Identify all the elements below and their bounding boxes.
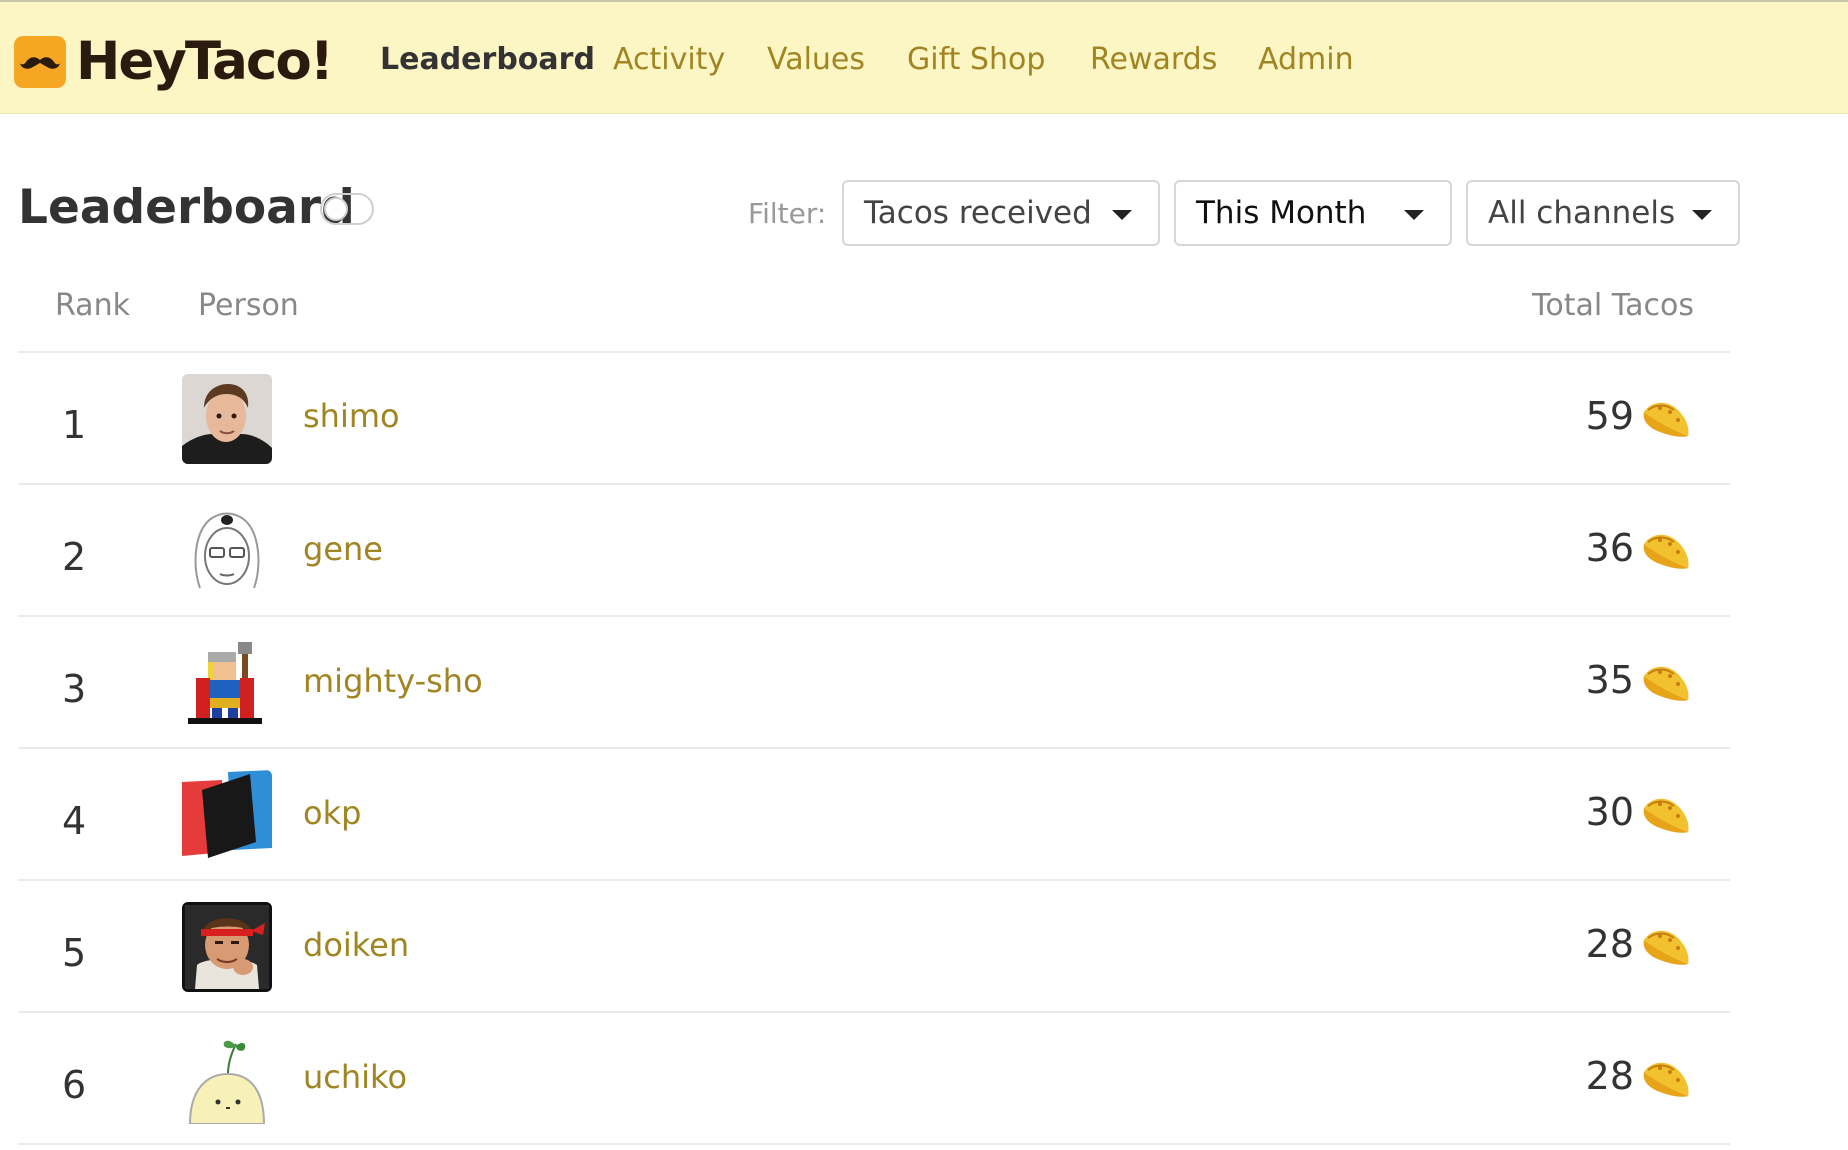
row-total: 28 xyxy=(1585,1054,1634,1098)
row-total: 36 xyxy=(1585,526,1634,570)
taco-icon xyxy=(1643,798,1689,833)
row-rank: 1 xyxy=(62,403,87,447)
person-name-link[interactable]: uchiko xyxy=(303,1057,407,1097)
divider xyxy=(18,1143,1730,1145)
view-toggle[interactable] xyxy=(320,193,374,225)
taco-icon xyxy=(1643,930,1689,965)
taco-icon xyxy=(1643,402,1689,437)
avatar[interactable] xyxy=(182,1034,272,1124)
person-name-link[interactable]: mighty-sho xyxy=(303,661,483,701)
person-name-link[interactable]: okp xyxy=(303,793,361,833)
divider xyxy=(18,351,1730,353)
person-name-link[interactable]: doiken xyxy=(303,925,409,965)
filter-type-dropdown[interactable]: Tacos received xyxy=(842,180,1160,246)
nav-rewards[interactable]: Rewards xyxy=(1090,40,1217,80)
column-header-person: Person xyxy=(198,288,299,323)
row-total: 59 xyxy=(1585,394,1634,438)
filter-channel-value: All channels xyxy=(1488,195,1676,231)
column-header-rank: Rank xyxy=(55,288,130,323)
filter-channel-dropdown[interactable]: All channels xyxy=(1466,180,1740,246)
chevron-down-icon xyxy=(1404,210,1424,220)
page-title: Leaderboard xyxy=(18,180,355,235)
row-total: 28 xyxy=(1585,922,1634,966)
nav-admin[interactable]: Admin xyxy=(1258,40,1354,80)
divider xyxy=(18,483,1730,485)
filter-label: Filter: xyxy=(748,197,827,230)
divider xyxy=(18,747,1730,749)
taco-icon xyxy=(1643,1062,1689,1097)
row-rank: 6 xyxy=(62,1063,87,1107)
row-rank: 2 xyxy=(62,535,87,579)
chevron-down-icon xyxy=(1112,210,1132,220)
divider xyxy=(18,615,1730,617)
avatar[interactable] xyxy=(182,638,272,728)
row-rank: 4 xyxy=(62,799,87,843)
avatar[interactable] xyxy=(182,770,272,860)
filter-type-value: Tacos received xyxy=(864,195,1092,231)
filter-period-dropdown[interactable]: This Month xyxy=(1174,180,1452,246)
column-header-total: Total Tacos xyxy=(1532,288,1694,323)
filter-period-value: This Month xyxy=(1196,195,1367,231)
avatar[interactable] xyxy=(182,902,272,992)
top-navbar: HeyTaco! Leaderboard Activity Values Gif… xyxy=(0,0,1848,114)
row-total: 30 xyxy=(1585,790,1634,834)
divider xyxy=(18,879,1730,881)
logo-text: HeyTaco! xyxy=(76,31,334,92)
logo[interactable]: HeyTaco! xyxy=(14,31,334,92)
avatar[interactable] xyxy=(182,506,272,596)
person-name-link[interactable]: gene xyxy=(303,529,383,569)
taco-icon xyxy=(1643,666,1689,701)
nav-gift-shop[interactable]: Gift Shop xyxy=(907,40,1045,80)
row-rank: 3 xyxy=(62,667,87,711)
row-total: 35 xyxy=(1585,658,1634,702)
divider xyxy=(18,1011,1730,1013)
row-rank: 5 xyxy=(62,931,87,975)
nav-activity[interactable]: Activity xyxy=(613,40,725,80)
nav-leaderboard[interactable]: Leaderboard xyxy=(380,40,595,80)
toggle-knob xyxy=(324,197,348,221)
avatar[interactable] xyxy=(182,374,272,464)
chevron-down-icon xyxy=(1692,210,1712,220)
taco-mustache-icon xyxy=(14,36,66,88)
person-name-link[interactable]: shimo xyxy=(303,396,400,436)
nav-values[interactable]: Values xyxy=(767,40,865,80)
taco-icon xyxy=(1643,534,1689,569)
